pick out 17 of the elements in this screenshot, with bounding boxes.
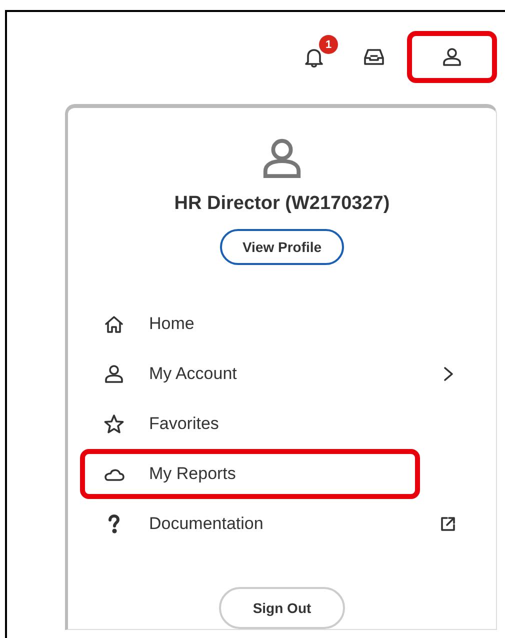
notification-badge: 1 <box>319 35 338 54</box>
home-icon <box>103 313 125 335</box>
inbox-icon[interactable] <box>363 46 385 68</box>
profile-button[interactable] <box>407 31 497 83</box>
menu-item[interactable]: Home <box>80 299 420 349</box>
menu-item[interactable]: Documentation <box>80 499 484 549</box>
person-icon <box>103 363 125 385</box>
person-icon <box>441 46 463 68</box>
menu-item[interactable]: My Account <box>80 349 484 399</box>
star-icon <box>103 413 125 435</box>
sign-out-button[interactable]: Sign Out <box>218 587 346 629</box>
bell-icon[interactable] <box>303 46 325 68</box>
menu-item[interactable]: My Reports <box>80 449 420 499</box>
external-link-icon <box>439 515 457 533</box>
menu-item[interactable]: Favorites <box>80 399 420 449</box>
user-name: HR Director (W2170327) <box>174 193 390 215</box>
view-profile-button[interactable]: View Profile <box>220 229 344 265</box>
